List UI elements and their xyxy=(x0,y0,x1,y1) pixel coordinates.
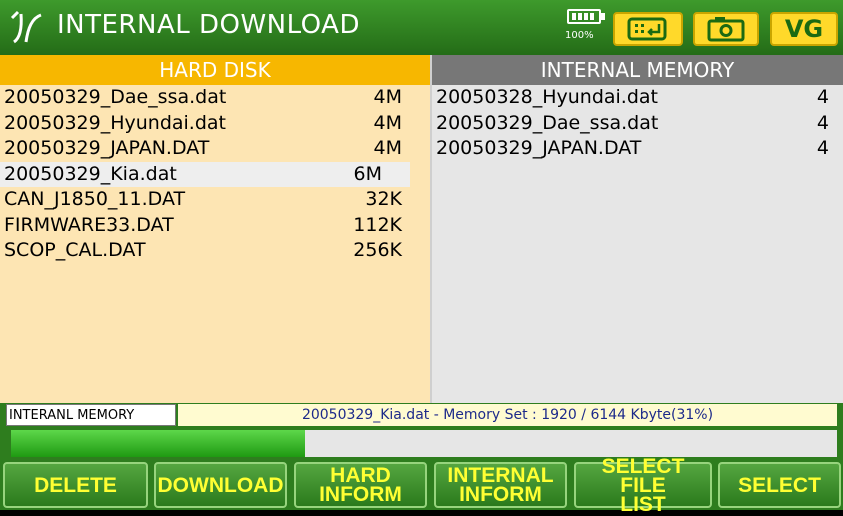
file-name: FIRMWARE33.DAT xyxy=(4,213,174,236)
camera-button[interactable] xyxy=(693,12,759,46)
hard-disk-file-list[interactable]: 20050329_Dae_ssa.dat 4M 20050329_Hyundai… xyxy=(0,85,430,403)
keyboard-button[interactable] xyxy=(613,12,683,46)
memory-progress-fill xyxy=(11,430,306,457)
internal-memory-file-list[interactable]: 20050328_Hyundai.dat 4 20050329_Dae_ssa.… xyxy=(432,85,843,403)
file-size: 32K xyxy=(365,188,402,210)
file-size: 4 xyxy=(816,137,829,159)
internal-memory-file-row[interactable]: 20050329_Dae_ssa.dat 4 xyxy=(432,111,843,137)
brand-logo-icon xyxy=(10,10,42,44)
hard-disk-header[interactable]: HARD DISK xyxy=(0,55,430,85)
select-file-list-label-line2: LIST xyxy=(620,492,666,516)
status-message: 20050329_Kia.dat - Memory Set : 1920 / 6… xyxy=(178,404,837,426)
file-name: CAN_J1850_11.DAT xyxy=(4,188,186,210)
download-button-label: DOWNLOAD xyxy=(157,473,284,497)
select-button-label: SELECT xyxy=(738,473,821,497)
keyboard-icon xyxy=(627,17,667,41)
status-source-label: INTERANL MEMORY xyxy=(6,404,176,426)
hard-disk-file-row[interactable]: FIRMWARE33.DAT 112K xyxy=(0,213,430,239)
file-name: 20050328_Hyundai.dat xyxy=(436,86,658,108)
delete-button-label: DELETE xyxy=(34,473,117,497)
hard-disk-file-row[interactable]: 20050329_Dae_ssa.dat 4M xyxy=(0,85,430,111)
hard-disk-file-row[interactable]: 20050329_JAPAN.DAT 4M xyxy=(0,136,430,162)
file-size: 4 xyxy=(816,86,829,108)
internal-memory-header[interactable]: INTERNAL MEMORY xyxy=(432,55,843,85)
file-size: 256K xyxy=(353,239,402,261)
page-title: INTERNAL DOWNLOAD xyxy=(57,10,360,40)
file-name: 20050329_JAPAN.DAT xyxy=(4,137,210,159)
file-size: 6M xyxy=(353,162,382,185)
screen: INTERNAL DOWNLOAD 100% VG HARD DISK INTE… xyxy=(0,0,843,515)
file-name: SCOP_CAL.DAT xyxy=(4,239,146,261)
battery-icon: 100% xyxy=(563,6,609,50)
internal-inform-label-line2: INFORM xyxy=(459,483,542,506)
internal-inform-button[interactable]: INTERNAL INFORM xyxy=(434,462,567,508)
file-name: 20050329_Dae_ssa.dat xyxy=(4,86,227,108)
file-name: 20050329_Dae_ssa.dat xyxy=(436,111,659,134)
hard-disk-file-row-selected[interactable]: 20050329_Kia.dat 6M xyxy=(0,161,410,187)
file-name: 20050329_Kia.dat xyxy=(4,162,177,185)
file-size: 4 xyxy=(816,111,829,134)
delete-button[interactable]: DELETE xyxy=(3,462,148,508)
hard-inform-button[interactable]: HARD INFORM xyxy=(294,462,427,508)
select-file-list-button[interactable]: SELECT FILE LIST xyxy=(574,456,712,515)
file-size: 4M xyxy=(373,111,402,134)
file-name: 20050329_Hyundai.dat xyxy=(4,111,226,134)
hard-disk-file-row[interactable]: CAN_J1850_11.DAT 32K xyxy=(0,187,430,213)
hard-disk-file-row[interactable]: SCOP_CAL.DAT 256K xyxy=(0,238,430,264)
select-file-list-label-line1: SELECT FILE xyxy=(601,454,685,497)
internal-memory-file-row[interactable]: 20050329_JAPAN.DAT 4 xyxy=(432,136,843,162)
internal-memory-file-row[interactable]: 20050328_Hyundai.dat 4 xyxy=(432,85,843,111)
file-size: 112K xyxy=(353,213,402,236)
hard-disk-file-row[interactable]: 20050329_Hyundai.dat 4M xyxy=(0,111,430,137)
title-bar: INTERNAL DOWNLOAD 100% VG xyxy=(0,0,843,55)
hard-inform-label-line2: INFORM xyxy=(319,483,402,506)
camera-icon xyxy=(707,17,745,42)
memory-progress-bar xyxy=(11,430,837,457)
download-button[interactable]: DOWNLOAD xyxy=(154,462,287,508)
file-name: 20050329_JAPAN.DAT xyxy=(436,137,642,159)
select-button[interactable]: SELECT xyxy=(718,462,841,508)
battery-percent: 100% xyxy=(565,30,594,41)
file-size: 4M xyxy=(373,137,402,159)
file-size: 4M xyxy=(373,86,402,108)
vg-button[interactable]: VG xyxy=(770,12,838,46)
